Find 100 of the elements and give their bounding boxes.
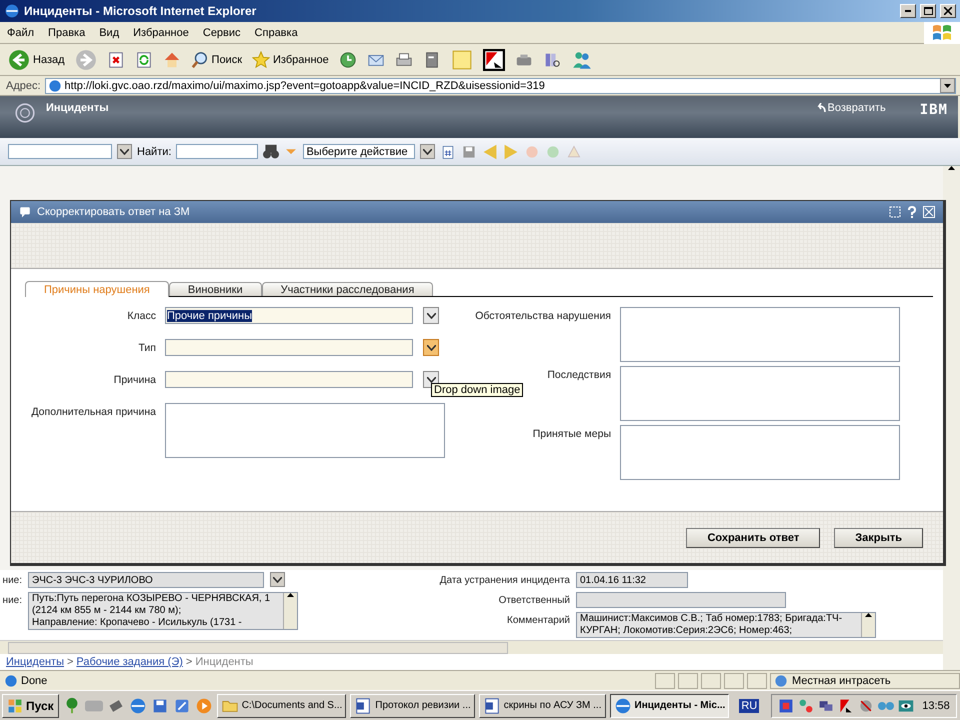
status-pane	[724, 672, 744, 688]
stop-icon	[106, 50, 125, 68]
language-indicator[interactable]: RU	[739, 698, 760, 712]
text-area[interactable]: Путь:Путь перегона КОЗЫРЕВО - ЧЕРНЯВСКАЯ, 1 (2124 км 855 м - 2144 км 780 м); Направление: Кропачево - Исилькуль (1731 -	[28, 592, 298, 630]
query-select[interactable]	[8, 144, 112, 159]
taskbar-button[interactable]: Протокол ревизии ...	[350, 694, 475, 718]
tooltip: Drop down image	[431, 383, 524, 397]
horizontal-scrollbar[interactable]	[0, 640, 943, 654]
select-field[interactable]: ЭЧС-3 ЭЧС-3 ЧУРИЛОВО	[28, 572, 264, 588]
previous-icon	[482, 144, 498, 160]
caret-icon	[426, 312, 436, 318]
text-field[interactable]: 01.04.16 11:32	[576, 572, 688, 588]
menu-item[interactable]: Вид	[92, 26, 126, 38]
close-button[interactable]: Закрыть	[834, 528, 923, 548]
caret-icon	[426, 344, 436, 350]
globe-icon	[128, 696, 147, 714]
text-area[interactable]: Машинист:Максимов С.В.; Таб номер:1783; Бригада:ТЧ- КУРГАН; Локомотив:Серия:2ЭС6; Номер:463;	[576, 612, 876, 638]
browser-icon	[4, 3, 20, 19]
select-field[interactable]	[165, 371, 413, 388]
menu-item[interactable]: Справка	[248, 26, 305, 38]
select-field[interactable]	[165, 339, 413, 356]
scroll-up-icon	[865, 613, 872, 617]
books-icon	[542, 50, 561, 68]
status-pane	[655, 672, 675, 688]
menu-item[interactable]: Избранное	[126, 26, 196, 38]
caret-icon	[120, 148, 129, 154]
document-icon	[482, 696, 501, 714]
antivirus-icon	[838, 698, 854, 714]
clock: 13:58	[922, 700, 950, 712]
text-area[interactable]	[165, 403, 445, 458]
page-icon	[48, 78, 62, 92]
text-area[interactable]	[620, 366, 900, 421]
breadcrumb-link[interactable]: Рабочие задания (Э)	[76, 656, 183, 668]
menu-item[interactable]: Файл	[0, 26, 42, 38]
text-area[interactable]	[620, 425, 900, 480]
find-field[interactable]	[176, 144, 258, 159]
taskbar-button[interactable]: C:\Documents and S...	[216, 694, 346, 718]
scrollbar[interactable]	[861, 613, 875, 637]
tab[interactable]: Участники расследования	[262, 282, 434, 296]
field-label: Комментарий	[506, 614, 570, 626]
select-field[interactable]: Прочие причины	[165, 307, 413, 324]
caret-icon	[944, 84, 951, 88]
status-pane	[701, 672, 721, 688]
taskbar-button[interactable]: Инциденты - Mic...	[610, 694, 730, 718]
field-label: Ответственный	[498, 594, 570, 606]
breadcrumb-current[interactable]: Инциденты	[195, 656, 254, 668]
app-icon	[778, 698, 794, 714]
field-label: Класс	[126, 310, 156, 323]
action-select[interactable]: Выберите действие	[303, 144, 416, 159]
scrollbar[interactable]	[283, 593, 297, 629]
start-button[interactable]: Пуск	[2, 694, 59, 718]
save-icon	[461, 144, 478, 160]
window-title: Инциденты - Microsoft Internet Explorer	[24, 4, 258, 18]
app-title: Инциденты	[46, 102, 110, 114]
find-label: Найти:	[137, 146, 172, 158]
dropdown-button[interactable]	[270, 572, 285, 587]
menu-item[interactable]: Правка	[41, 26, 92, 38]
dropdown-button[interactable]	[423, 307, 439, 324]
dropdown-button[interactable]	[117, 144, 132, 159]
field-label: ние:	[2, 574, 22, 586]
help-button[interactable]	[907, 206, 917, 218]
text-field[interactable]	[576, 592, 786, 608]
breadcrumb-link[interactable]: Инциденты	[6, 656, 64, 668]
search-button[interactable]: Поиск	[188, 50, 244, 68]
play-icon	[194, 696, 213, 714]
dropdown-button[interactable]	[940, 78, 955, 93]
field-label: Принятые меры	[532, 428, 611, 441]
field-label: Тип	[137, 342, 156, 355]
windows-logo-icon	[7, 698, 23, 714]
page-icon	[4, 674, 18, 688]
breadcrumb-separator: >	[186, 656, 192, 668]
text-area[interactable]	[620, 307, 900, 362]
antivirus-button[interactable]	[480, 48, 507, 70]
maximize-icon	[924, 7, 932, 15]
field-label: Дата устранения инцидента	[438, 574, 570, 586]
close-button[interactable]	[940, 4, 956, 18]
favorites-button[interactable]: Избранное	[250, 50, 331, 68]
dropdown-button[interactable]	[420, 144, 436, 159]
home-icon	[162, 50, 181, 68]
network-icon	[798, 698, 814, 714]
field-label: Дополнительная причина	[30, 406, 156, 419]
minimize-button[interactable]	[900, 4, 916, 18]
scroll-up-icon	[287, 593, 294, 597]
layout-button[interactable]	[889, 206, 901, 218]
play-icon	[545, 144, 562, 160]
taskbar-button[interactable]: скрины по АСУ ЗМ ...	[478, 694, 606, 718]
status-pane	[747, 672, 767, 688]
antivirus-icon	[482, 48, 505, 70]
maximize-button[interactable]	[920, 4, 936, 18]
menu-item[interactable]: Сервис	[196, 26, 248, 38]
warning-icon	[566, 144, 582, 160]
search-icon	[190, 50, 209, 68]
return-link[interactable]: Возвратить	[816, 102, 886, 114]
address-field[interactable]: http://loki.gvc.oao.rzd/maximo/ui/maximo.jsp?event=gotoapp&value=INCID_RZD&uisessionid=319	[44, 78, 956, 94]
tab[interactable]: Виновники	[168, 282, 262, 296]
back-button[interactable]: Назад	[6, 48, 67, 70]
save-button[interactable]: Сохранить ответ	[686, 528, 820, 548]
close-icon	[944, 7, 952, 15]
minimize-icon	[905, 10, 911, 12]
dropdown-button[interactable]	[423, 339, 439, 356]
